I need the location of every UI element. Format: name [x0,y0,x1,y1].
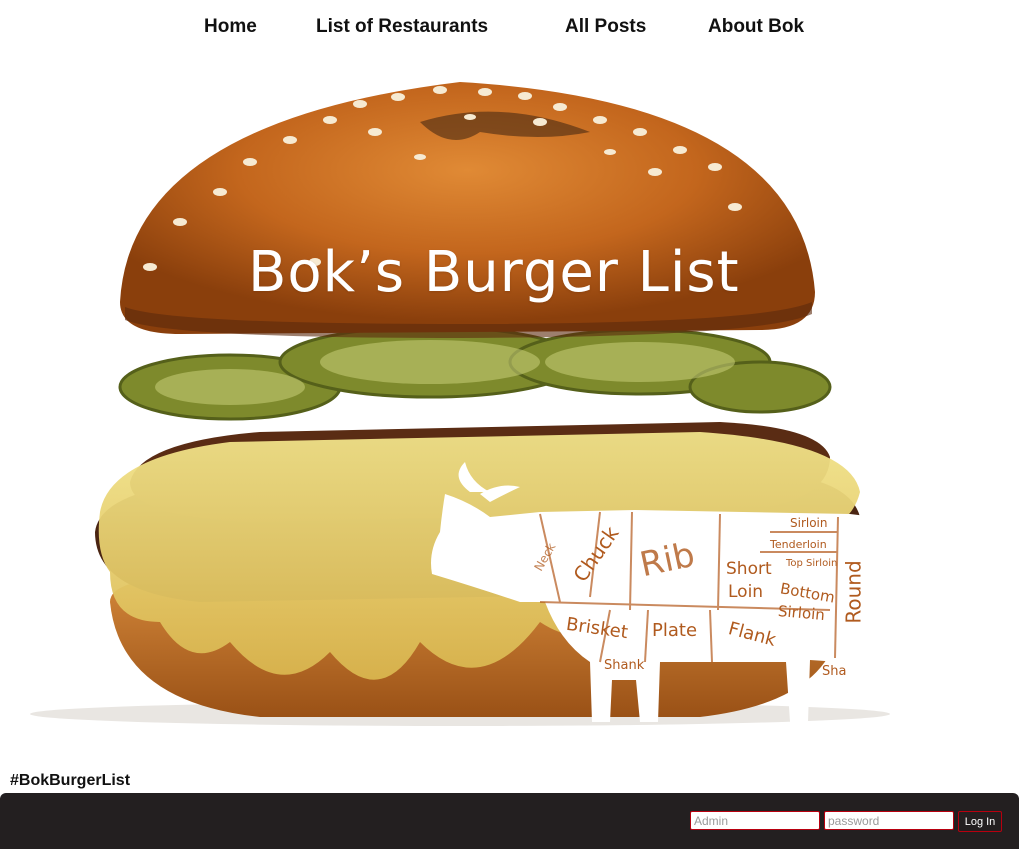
hero-banner: Neck Chuck Rib Short Loin Sirloin Tender… [0,62,1019,732]
cut-top-sirloin: Top Sirloin [786,558,838,569]
login-footer: Log In [0,793,1019,849]
nav-home-link[interactable]: Home [204,16,257,38]
password-input[interactable] [824,811,954,830]
cut-brisket: Brisket [564,613,630,644]
admin-username-input[interactable] [690,811,820,830]
nav-all-posts-link[interactable]: All Posts [565,16,646,38]
login-button[interactable]: Log In [958,811,1002,832]
cut-sirloin: Sirloin [790,516,828,530]
nav-about-link[interactable]: About Bok [708,16,804,38]
cut-short-loin-2: Loin [728,582,764,602]
cut-chuck: Chuck [568,521,624,587]
cut-bottom-sirloin-2: Sirloin [777,601,826,625]
main-nav: Home List of Restaurants All Posts About… [0,12,1019,42]
cut-shank: Shank [604,658,645,673]
nav-restaurants-link[interactable]: List of Restaurants [316,16,488,38]
cut-shank-partial: Sha [822,664,847,679]
cut-plate: Plate [652,620,698,641]
cut-tenderloin: Tenderloin [770,538,827,551]
cut-flank: Flank [726,618,779,651]
cut-round: Round [841,560,866,624]
site-title: Bok’s Burger List [248,240,740,305]
cow-cut-labels: Neck Chuck Rib Short Loin Sirloin Tender… [0,62,1019,732]
cut-rib: Rib [636,534,699,586]
hashtag-label: #BokBurgerList [10,772,131,789]
cut-short-loin-1: Short [726,559,772,579]
cut-neck: Neck [531,540,559,574]
